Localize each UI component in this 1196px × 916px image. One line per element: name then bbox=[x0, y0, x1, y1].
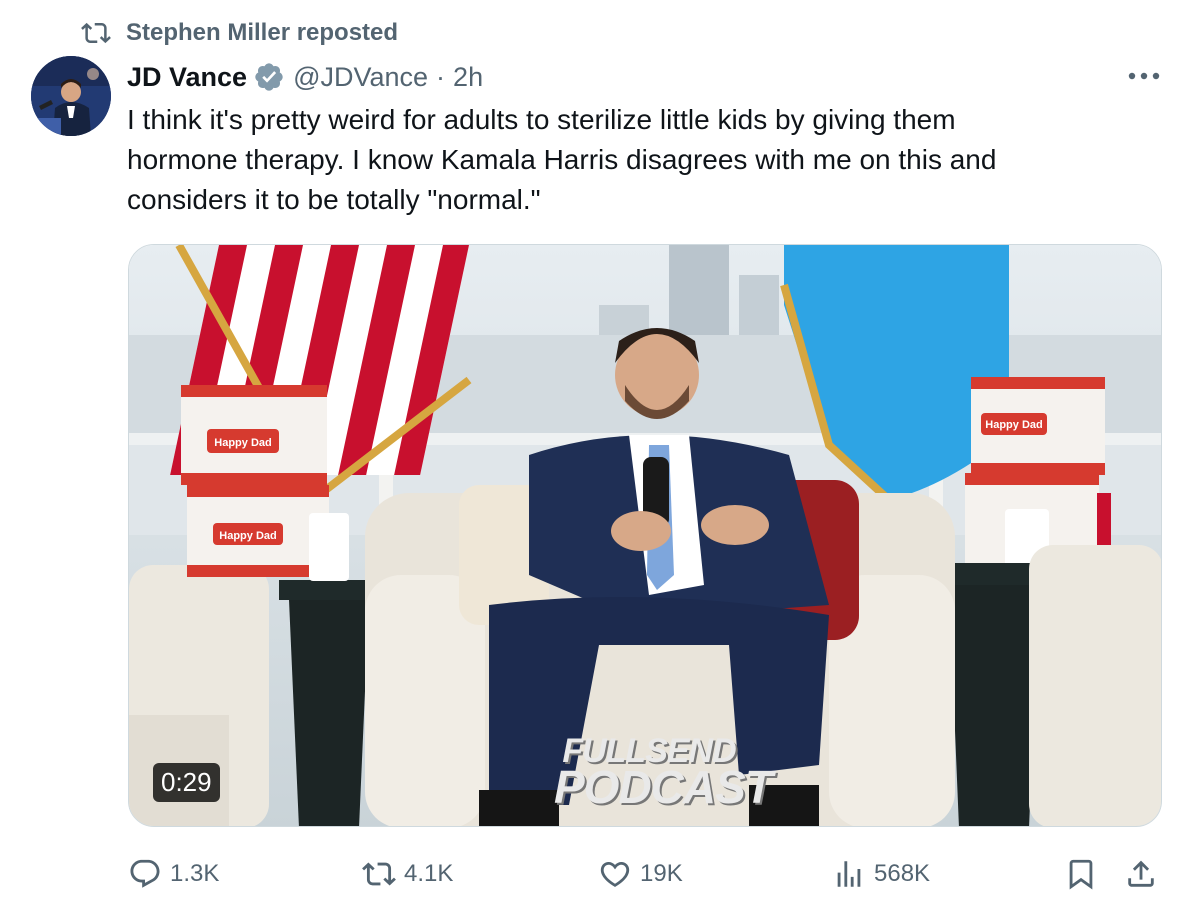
tweet-text: I think it's pretty weird for adults to … bbox=[127, 100, 1127, 220]
tweet-line: considers it to be totally "normal." bbox=[127, 184, 541, 215]
share-icon bbox=[1128, 860, 1154, 887]
video-player[interactable]: Happy Dad Happy Dad Happy Dad 0:29 FULLS… bbox=[128, 244, 1162, 827]
repost-text: Stephen Miller reposted bbox=[126, 19, 399, 46]
reply-button[interactable]: 1.3K bbox=[128, 852, 219, 896]
heart-icon bbox=[600, 861, 630, 887]
like-button[interactable]: 19K bbox=[598, 852, 683, 896]
views-chart-icon bbox=[837, 861, 861, 887]
timestamp[interactable]: 2h bbox=[453, 62, 483, 93]
action-bar: 1.3K 4.1K 19K 568K bbox=[0, 852, 1196, 896]
repost-count: 4.1K bbox=[404, 860, 454, 887]
podcast-watermark: FULLSEND PODCAST bbox=[554, 733, 773, 813]
author-row: JD Vance @JDVance · 2h bbox=[127, 58, 483, 96]
tweet-line: I think it's pretty weird for adults to … bbox=[127, 104, 956, 135]
more-options-button[interactable] bbox=[1124, 60, 1164, 92]
more-icon bbox=[1128, 72, 1160, 80]
bookmark-icon bbox=[1069, 859, 1093, 890]
repost-button[interactable]: 4.1K bbox=[362, 852, 453, 896]
view-count: 568K bbox=[874, 860, 931, 887]
author-name[interactable]: JD Vance bbox=[127, 62, 247, 93]
bookmark-button[interactable] bbox=[1064, 852, 1098, 896]
views-button[interactable]: 568K bbox=[832, 852, 930, 896]
repost-header[interactable]: Stephen Miller reposted bbox=[80, 18, 398, 48]
verified-badge-icon[interactable] bbox=[253, 61, 285, 93]
repost-icon bbox=[362, 862, 396, 886]
reply-icon bbox=[130, 859, 160, 888]
avatar[interactable] bbox=[31, 56, 111, 136]
repost-icon bbox=[81, 22, 111, 44]
box-brand-label: Happy Dad bbox=[219, 530, 276, 542]
tweet-line: hormone therapy. I know Kamala Harris di… bbox=[127, 144, 997, 175]
box-brand-label: Happy Dad bbox=[214, 437, 271, 449]
separator-dot: · bbox=[436, 61, 446, 92]
reply-count: 1.3K bbox=[170, 860, 220, 887]
like-count: 19K bbox=[640, 860, 683, 887]
watermark-line-2: PODCAST bbox=[554, 761, 773, 813]
author-handle[interactable]: @JDVance bbox=[293, 62, 428, 93]
video-duration-badge: 0:29 bbox=[153, 763, 220, 802]
share-button[interactable] bbox=[1124, 852, 1158, 896]
box-brand-label: Happy Dad bbox=[985, 419, 1042, 431]
